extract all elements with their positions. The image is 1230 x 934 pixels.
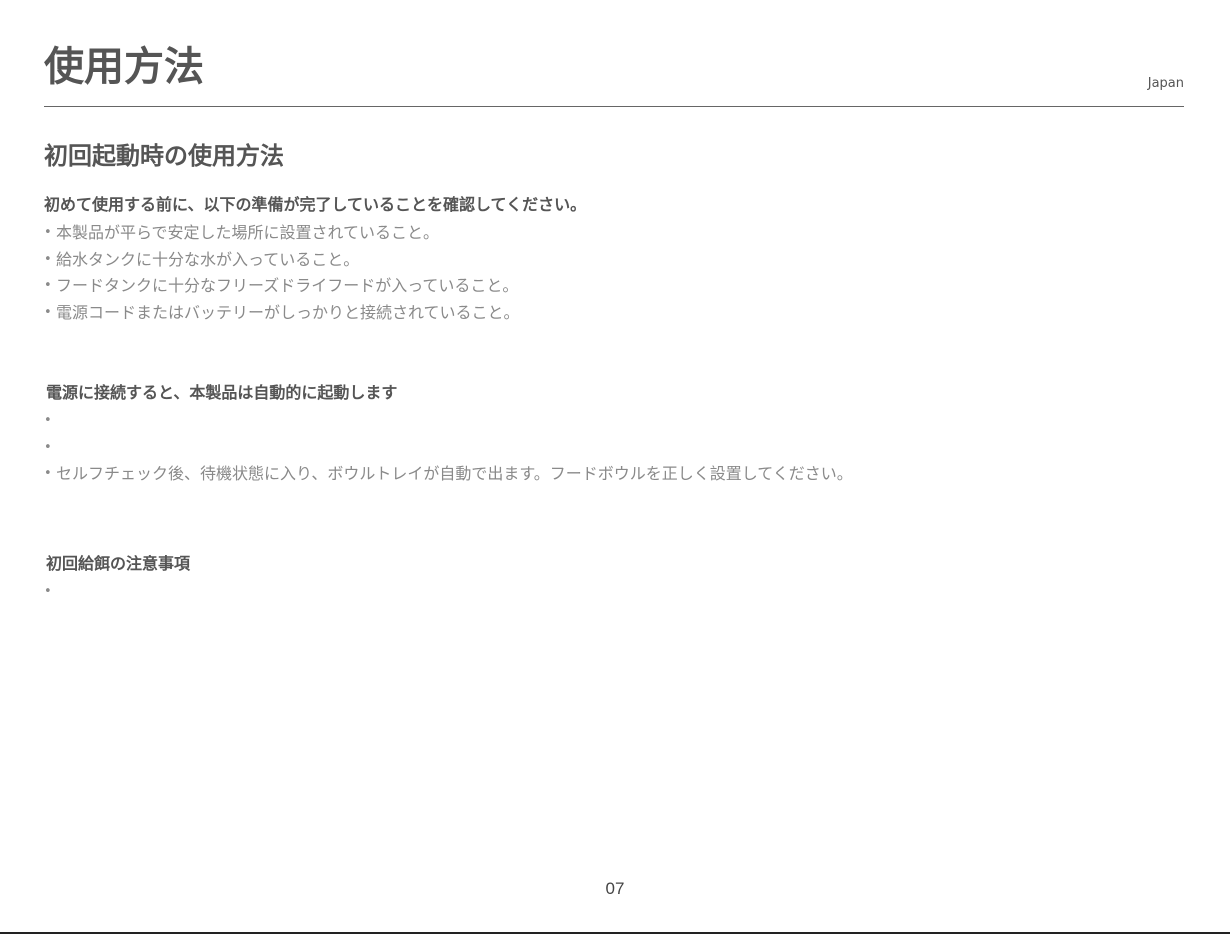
list-item: セルフチェック後、待機状態に入り、ボウルトレイが自動で出ます。フードボウルを正し… <box>44 461 1186 488</box>
preparation-list: 本製品が平らで安定した場所に設置されていること。 給水タンクに十分な水が入ってい… <box>44 220 1184 326</box>
page-title: 使用方法 <box>44 44 204 90</box>
first-feeding-heading: 初回給餌の注意事項 <box>46 554 191 573</box>
first-feeding-block: 初回給餌の注意事項 <box>44 552 1186 606</box>
list-item <box>44 408 1186 435</box>
first-feeding-list <box>44 579 1186 606</box>
preparation-block: 初めて使用する前に、以下の準備が完了していることを確認してください。 本製品が平… <box>44 193 1184 326</box>
page-number: 07 <box>605 879 625 898</box>
startup-block: 電源に接続すると、本製品は自動的に起動します セルフチェック後、待機状態に入り、… <box>44 381 1186 488</box>
startup-list: セルフチェック後、待機状態に入り、ボウルトレイが自動で出ます。フードボウルを正し… <box>44 408 1186 488</box>
list-item <box>44 579 1186 606</box>
list-item: フードタンクに十分なフリーズドライフードが入っていること。 <box>44 273 1184 300</box>
list-item: 本製品が平らで安定した場所に設置されていること。 <box>44 220 1184 247</box>
preparation-heading: 初めて使用する前に、以下の準備が完了していることを確認してください。 <box>44 195 587 214</box>
section-title: 初回起動時の使用方法 <box>44 142 284 170</box>
list-item <box>44 435 1186 462</box>
list-item: 給水タンクに十分な水が入っていること。 <box>44 247 1184 274</box>
header-divider <box>44 106 1184 107</box>
list-item: 電源コードまたはバッテリーがしっかりと接続されていること。 <box>44 300 1184 327</box>
startup-heading: 電源に接続すると、本製品は自動的に起動します <box>46 383 398 402</box>
region-label: Japan <box>1147 76 1184 91</box>
